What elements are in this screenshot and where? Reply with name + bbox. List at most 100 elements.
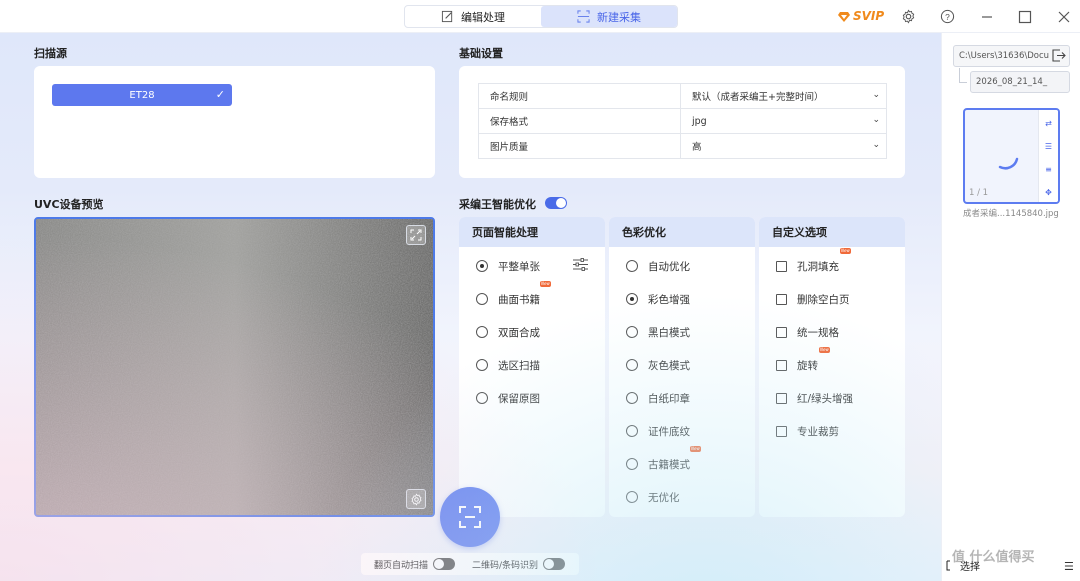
option-pro-crop[interactable]: 专业裁剪 bbox=[776, 424, 839, 438]
adjust-icon[interactable]: ☰ bbox=[1041, 136, 1056, 156]
swap-icon[interactable]: ⇄ bbox=[1041, 113, 1056, 133]
chevron-down-icon: ⌄ bbox=[872, 90, 880, 100]
radio-button[interactable] bbox=[476, 293, 488, 305]
option-delete-blank[interactable]: 删除空白页 bbox=[776, 292, 850, 306]
menu-icon[interactable]: ☰ bbox=[1064, 560, 1074, 573]
option-duplex-merge[interactable]: 双面合成 bbox=[476, 325, 540, 339]
svip-label: SVIP bbox=[853, 9, 885, 23]
radio-button[interactable] bbox=[626, 491, 638, 503]
color-optimization-header: 色彩优化 bbox=[609, 217, 755, 247]
radio-button[interactable] bbox=[476, 260, 488, 272]
option-label: 统一规格 bbox=[797, 326, 839, 339]
radio-button[interactable] bbox=[626, 326, 638, 338]
qr-recognition-label: 二维码/条码识别 bbox=[472, 560, 539, 571]
radio-button[interactable] bbox=[626, 359, 638, 371]
option-red-green-enhance[interactable]: 红/绿头增强 bbox=[776, 391, 853, 405]
capture-button[interactable] bbox=[440, 487, 500, 547]
save-format-select[interactable]: jpg ⌄ bbox=[680, 108, 887, 134]
option-auto[interactable]: 自动优化 bbox=[626, 259, 690, 273]
option-uniform-size[interactable]: 统一规格 bbox=[776, 325, 839, 339]
radio-button[interactable] bbox=[476, 326, 488, 338]
radio-button[interactable] bbox=[626, 458, 638, 470]
option-label: 平整单张 bbox=[498, 260, 540, 273]
camera-preview bbox=[34, 217, 435, 517]
radio-button[interactable] bbox=[476, 359, 488, 371]
chevron-down-icon: ⌄ bbox=[872, 115, 880, 125]
option-label: 黑白模式 bbox=[648, 326, 690, 339]
option-curved-book[interactable]: 曲面书籍 bbox=[476, 292, 540, 306]
auto-scan-toggle[interactable] bbox=[433, 558, 456, 570]
save-path-text: C:\Users\31636\Docu bbox=[959, 51, 1050, 61]
fullscreen-icon[interactable] bbox=[406, 225, 426, 245]
option-flat-single[interactable]: 平整单张 bbox=[476, 259, 540, 273]
close-icon[interactable] bbox=[1055, 8, 1072, 25]
minimize-icon[interactable] bbox=[978, 8, 995, 25]
checkbox[interactable] bbox=[776, 260, 787, 272]
option-id-pattern[interactable]: 证件底纹 bbox=[626, 424, 690, 438]
option-label: 古籍模式 bbox=[648, 458, 690, 471]
select-label: 选择 bbox=[960, 562, 980, 573]
bottom-toggle-bar: 翻页自动扫描 二维码/条码识别 bbox=[361, 553, 579, 575]
option-color-enhance[interactable]: 彩色增强 bbox=[626, 292, 690, 306]
preview-image bbox=[36, 219, 433, 515]
option-no-optimization[interactable]: 无优化 bbox=[626, 490, 680, 504]
option-white-paper-stamp[interactable]: 白纸印章 bbox=[626, 391, 690, 405]
radio-button[interactable] bbox=[626, 425, 638, 437]
option-hole-fill[interactable]: 孔洞填充 bbox=[776, 259, 839, 273]
checkbox[interactable] bbox=[776, 392, 787, 404]
adjust-sliders-icon[interactable] bbox=[572, 257, 589, 275]
option-label: 灰色模式 bbox=[648, 359, 690, 372]
checkbox[interactable] bbox=[776, 326, 787, 338]
maximize-icon[interactable] bbox=[1016, 8, 1033, 25]
output-panel: C:\Users\31636\Docu 2026_08_21_14_ ⇄ ☰ ≡… bbox=[941, 33, 1080, 581]
option-black-white[interactable]: 黑白模式 bbox=[626, 325, 690, 339]
page-processing-header: 页面智能处理 bbox=[459, 217, 605, 247]
move-icon[interactable]: ✥ bbox=[1041, 182, 1056, 202]
checkbox[interactable] bbox=[776, 359, 787, 371]
new-badge: New bbox=[690, 446, 701, 452]
option-gray[interactable]: 灰色模式 bbox=[626, 358, 690, 372]
device-et28-button[interactable]: ET28 ✓ bbox=[52, 84, 232, 106]
option-label: 专业裁剪 bbox=[797, 425, 839, 438]
option-ancient-book[interactable]: 古籍模式 bbox=[626, 457, 690, 471]
tab-new-capture[interactable]: 新建采集 bbox=[541, 6, 677, 27]
option-label: 自动优化 bbox=[648, 260, 690, 273]
settings-gear-icon[interactable] bbox=[900, 8, 917, 25]
radio-button[interactable] bbox=[626, 260, 638, 272]
checkbox[interactable] bbox=[776, 293, 787, 305]
option-label: 双面合成 bbox=[498, 326, 540, 339]
option-area-scan[interactable]: 选区扫描 bbox=[476, 358, 540, 372]
tab-edit[interactable]: 编辑处理 bbox=[405, 6, 541, 27]
optimization-toggle[interactable] bbox=[545, 197, 567, 209]
toggle-knob bbox=[544, 559, 555, 569]
edit-icon bbox=[441, 10, 453, 23]
option-rotate[interactable]: 旋转 bbox=[776, 358, 818, 372]
check-icon: ✓ bbox=[215, 88, 225, 101]
new-badge: New bbox=[540, 281, 551, 287]
naming-rule-select[interactable]: 默认（成者采编王+完整时间） ⌄ bbox=[680, 83, 887, 109]
color-optimization-card: 色彩优化 自动优化 彩色增强 黑白模式 灰色模式 白纸印章 证件底纹 古籍模式 … bbox=[609, 217, 755, 517]
mode-tabs: 编辑处理 新建采集 bbox=[404, 5, 678, 28]
option-label: 保留原图 bbox=[498, 392, 540, 405]
optimization-title: 采编王智能优化 bbox=[459, 198, 536, 211]
chevron-down-icon: ⌄ bbox=[872, 140, 880, 150]
radio-button[interactable] bbox=[626, 293, 638, 305]
select-button[interactable]: 选择 bbox=[946, 558, 980, 573]
option-keep-original[interactable]: 保留原图 bbox=[476, 391, 540, 405]
help-icon[interactable]: ? bbox=[939, 8, 956, 25]
list-icon[interactable]: ≡ bbox=[1041, 159, 1056, 179]
open-folder-icon[interactable] bbox=[1051, 48, 1067, 64]
image-quality-select[interactable]: 高 ⌄ bbox=[681, 134, 887, 159]
auto-scan-label: 翻页自动扫描 bbox=[374, 560, 429, 571]
svip-badge[interactable]: SVIP bbox=[838, 9, 884, 23]
radio-button[interactable] bbox=[626, 392, 638, 404]
option-label: 证件底纹 bbox=[648, 425, 690, 438]
image-thumbnail[interactable]: ⇄ ☰ ≡ ✥ 1 / 1 bbox=[963, 108, 1060, 204]
preview-title: UVC设备预览 bbox=[34, 198, 104, 211]
page-indicator: 1 / 1 bbox=[969, 188, 989, 198]
radio-button[interactable] bbox=[476, 392, 488, 404]
checkbox[interactable] bbox=[776, 425, 787, 437]
camera-settings-icon[interactable] bbox=[406, 489, 426, 509]
qr-recognition-toggle[interactable] bbox=[543, 558, 566, 570]
folder-item[interactable]: 2026_08_21_14_ bbox=[970, 71, 1070, 93]
